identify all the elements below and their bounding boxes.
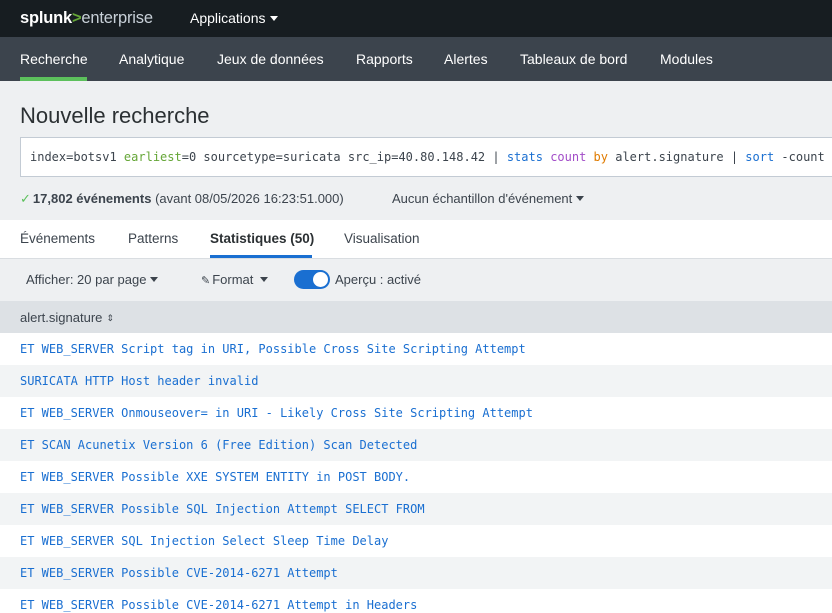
chevron-down-icon (150, 277, 159, 283)
chevron-down-icon (576, 196, 585, 202)
top-bar: splunk>enterprise Applications (0, 0, 832, 37)
table-row: ET WEB_SERVER Possible SQL Injection Att… (0, 493, 832, 525)
active-nav-indicator (20, 77, 87, 81)
rows-per-page-dropdown[interactable]: Afficher: 20 par page (26, 272, 159, 287)
column-header-alert-signature[interactable]: alert.signature ⇕ (20, 310, 114, 325)
tab-visualization[interactable]: Visualisation (344, 231, 420, 246)
chevron-down-icon (269, 15, 278, 21)
query-token: alert.signature | (608, 150, 746, 164)
table-row: ET WEB_SERVER Script tag in URI, Possibl… (0, 333, 832, 365)
event-time-range: (avant 08/05/2026 16:23:51.000) (155, 191, 344, 206)
query-token (586, 150, 593, 164)
splunk-logo[interactable]: splunk>enterprise (20, 9, 153, 28)
nav-item-modules[interactable]: Modules (660, 51, 713, 67)
active-tab-indicator (210, 255, 312, 258)
pencil-icon: ✎ (201, 275, 211, 287)
column-header-label: alert.signature (20, 310, 103, 325)
toggle-knob (313, 272, 328, 287)
query-token: count (550, 150, 587, 164)
event-sampling-dropdown[interactable]: Aucun échantillon d'événement (392, 191, 585, 206)
chevron-down-icon (260, 277, 269, 283)
page-title: Nouvelle recherche (20, 103, 210, 128)
nav-item-rapports[interactable]: Rapports (356, 51, 413, 67)
tab-statistics[interactable]: Statistiques (50) (210, 231, 314, 246)
alert-signature-cell[interactable]: ET WEB_SERVER SQL Injection Select Sleep… (20, 534, 388, 548)
logo-product: enterprise (81, 9, 153, 27)
alert-signature-cell[interactable]: ET WEB_SERVER Script tag in URI, Possibl… (20, 342, 526, 356)
nav-item-jeux-de-donnees[interactable]: Jeux de données (217, 51, 324, 67)
tab-patterns[interactable]: Patterns (128, 231, 178, 246)
event-count: 17,802 événements (32, 191, 152, 206)
table-row: ET WEB_SERVER SQL Injection Select Sleep… (0, 525, 832, 557)
table-row: ET WEB_SERVER Possible CVE-2014-6271 Att… (0, 589, 832, 613)
nav-item-analytique[interactable]: Analytique (119, 51, 184, 67)
applications-label: Applications (190, 10, 266, 26)
logo-brand: splunk (20, 9, 72, 27)
query-token: by (593, 150, 608, 164)
alert-signature-cell[interactable]: ET WEB_SERVER Possible CVE-2014-6271 Att… (20, 598, 417, 612)
alert-signature-cell[interactable]: SURICATA HTTP Host header invalid (20, 374, 258, 388)
query-token: earliest (123, 150, 182, 164)
alert-signature-cell[interactable]: ET WEB_SERVER Possible SQL Injection Att… (20, 502, 425, 516)
check-icon: ✓ (20, 191, 31, 206)
table-row: ET WEB_SERVER Onmouseover= in URI - Like… (0, 397, 832, 429)
preview-toggle[interactable] (294, 270, 330, 289)
format-label: Format (212, 272, 254, 287)
tab-events[interactable]: Événements (20, 231, 95, 246)
query-token: stats (506, 150, 543, 164)
alert-signature-cell[interactable]: ET WEB_SERVER Possible XXE SYSTEM ENTITY… (20, 470, 410, 484)
query-token: -count (774, 150, 825, 164)
app-nav-bar: Recherche Analytique Jeux de données Rap… (0, 37, 832, 81)
nav-item-tableaux-de-bord[interactable]: Tableaux de bord (520, 51, 627, 67)
format-dropdown[interactable]: ✎ Format (201, 272, 269, 287)
alert-signature-cell[interactable]: ET SCAN Acunetix Version 6 (Free Edition… (20, 438, 417, 452)
event-sampling-label: Aucun échantillon d'événement (392, 191, 573, 206)
results-tabs: Événements Patterns Statistiques (50) Vi… (0, 220, 832, 259)
nav-item-alertes[interactable]: Alertes (444, 51, 488, 67)
nav-item-recherche[interactable]: Recherche (20, 51, 88, 67)
table-body: ET WEB_SERVER Script tag in URI, Possibl… (0, 333, 832, 613)
job-status: ✓ 17,802 événements (avant 08/05/2026 16:… (20, 191, 344, 207)
search-query-input[interactable]: index=botsv1 earliest=0 sourcetype=suric… (20, 137, 832, 177)
logo-chevron: > (71, 9, 82, 27)
table-row: ET WEB_SERVER Possible CVE-2014-6271 Att… (0, 557, 832, 589)
table-header: alert.signature ⇕ (0, 301, 832, 333)
applications-menu[interactable]: Applications (190, 10, 278, 26)
table-row: ET WEB_SERVER Possible XXE SYSTEM ENTITY… (0, 461, 832, 493)
query-token: =0 sourcetype=suricata src_ip=40.80.148.… (181, 150, 507, 164)
alert-signature-cell[interactable]: ET WEB_SERVER Possible CVE-2014-6271 Att… (20, 566, 338, 580)
table-row: SURICATA HTTP Host header invalid (0, 365, 832, 397)
query-token: sort (745, 150, 775, 164)
query-token: index=botsv1 (30, 150, 124, 164)
alert-signature-cell[interactable]: ET WEB_SERVER Onmouseover= in URI - Like… (20, 406, 533, 420)
rows-per-page-label: Afficher: 20 par page (26, 272, 147, 287)
table-row: ET SCAN Acunetix Version 6 (Free Edition… (0, 429, 832, 461)
preview-label: Aperçu : activé (335, 272, 421, 287)
sort-icon: ⇕ (106, 313, 114, 323)
